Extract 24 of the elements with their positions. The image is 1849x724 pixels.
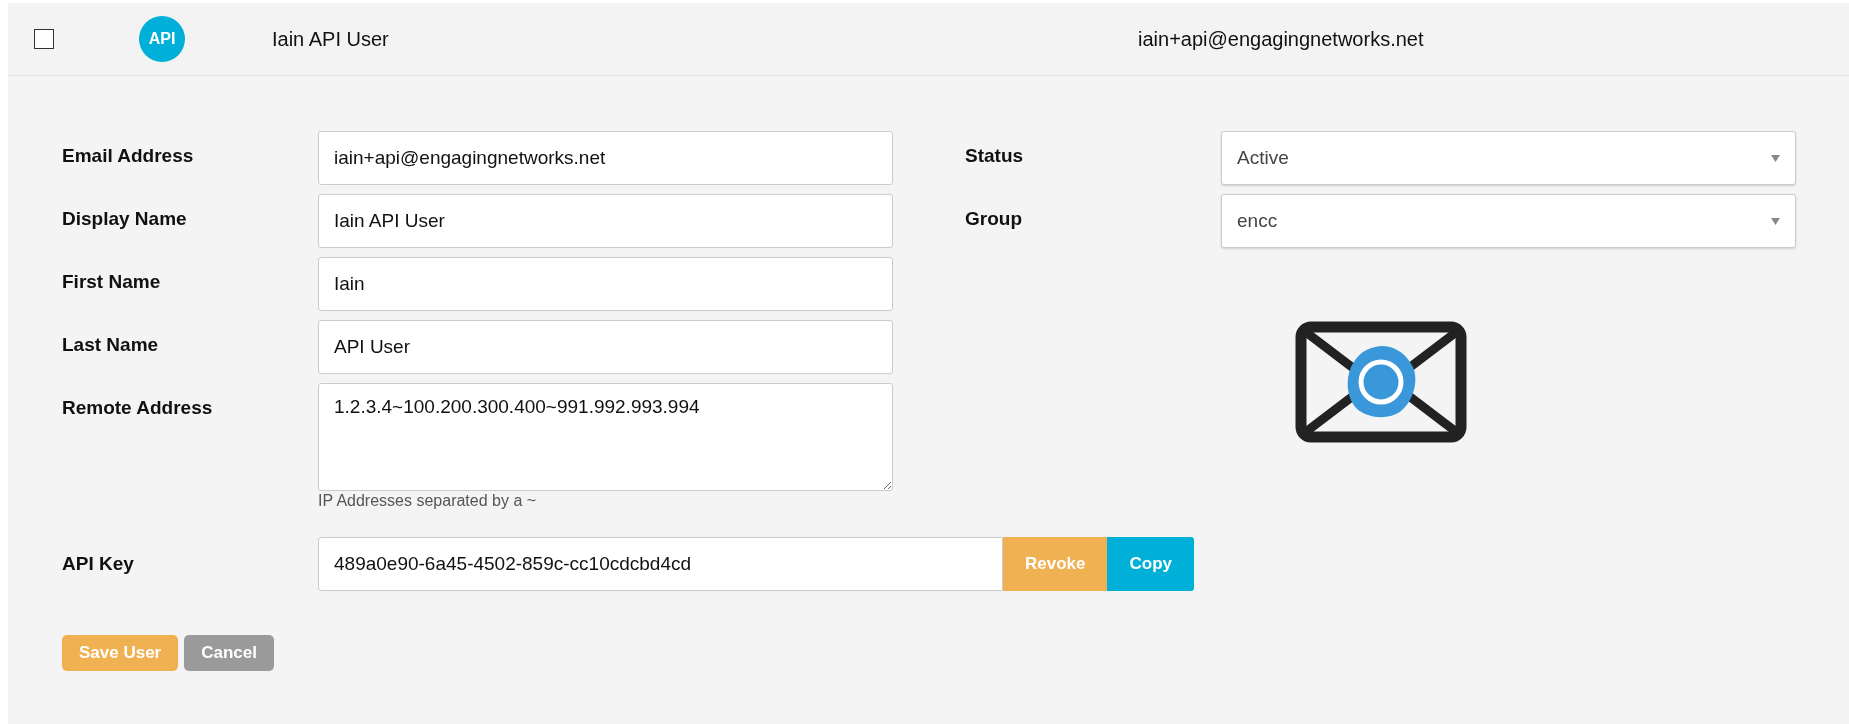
- select-field[interactable]: encc: [1221, 194, 1796, 248]
- remote-address-field[interactable]: 1.2.3.4~100.200.300.400~991.992.993.994: [318, 383, 893, 491]
- help-text: IP Addresses separated by a ~: [318, 492, 538, 510]
- row-checkbox[interactable]: [34, 29, 54, 49]
- field-label: Last Name: [62, 333, 160, 356]
- text-field[interactable]: Iain: [318, 257, 893, 311]
- field-label: Display Name: [62, 207, 188, 230]
- user-name: Iain API User: [272, 27, 390, 51]
- dropdown-caret-icon: [1771, 217, 1780, 225]
- text-field[interactable]: API User: [318, 320, 893, 374]
- text-field[interactable]: Iain API User: [318, 194, 893, 248]
- field-label: API Key: [62, 553, 135, 575]
- select-field[interactable]: Active: [1221, 131, 1796, 185]
- user-email: iain+api@engagingnetworks.net: [1138, 27, 1424, 51]
- field-label: Group: [965, 207, 1023, 231]
- field-label: Remote Address: [62, 396, 214, 419]
- api-badge: API: [139, 16, 185, 62]
- api-key-field[interactable]: 489a0e90-6a45-4502-859c-cc10cdcbd4cd: [318, 537, 1003, 591]
- envelope-seal-icon: [1295, 321, 1467, 443]
- field-label: Status: [965, 144, 1025, 168]
- field-label: First Name: [62, 270, 162, 293]
- field-label: Email Address: [62, 144, 195, 167]
- text-field[interactable]: iain+api@engagingnetworks.net: [318, 131, 893, 185]
- dropdown-caret-icon: [1771, 154, 1780, 162]
